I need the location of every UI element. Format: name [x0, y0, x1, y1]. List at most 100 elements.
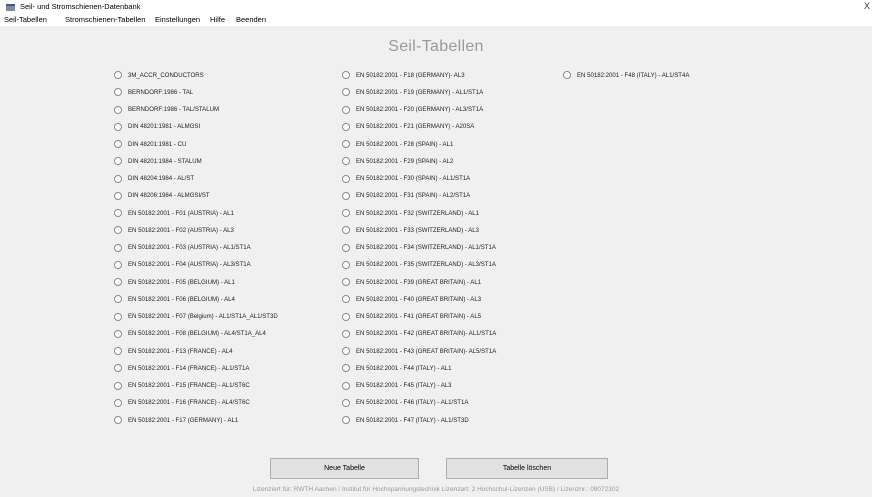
- radio-circle[interactable]: [342, 398, 350, 407]
- menu-einstellungen[interactable]: Einstellungen: [155, 15, 200, 24]
- radio-circle[interactable]: [342, 157, 350, 166]
- cable-table-radio[interactable]: EN 50182:2001 - F42 (GREAT BRITAIN)- AL1…: [342, 329, 508, 339]
- menu-seil-tabellen[interactable]: Seil-Tabellen: [4, 15, 47, 24]
- radio-circle[interactable]: [342, 329, 350, 338]
- cable-table-radio[interactable]: DIN 48206:1984 - ALMGSI/ST: [114, 191, 217, 201]
- radio-circle[interactable]: [563, 71, 571, 79]
- radio-circle[interactable]: [114, 398, 122, 407]
- cable-table-radio[interactable]: EN 50182:2001 - F05 (BELGIUM) - AL1: [114, 277, 244, 287]
- cable-table-radio[interactable]: EN 50182:2001 - F46 (ITALY) - AL1/ST1A: [342, 398, 478, 408]
- cable-table-radio[interactable]: EN 50182:2001 - F33 (SWITZERLAND) - AL3: [342, 225, 490, 235]
- radio-circle[interactable]: [114, 260, 122, 269]
- cable-table-radio[interactable]: EN 50182:2001 - F43 (GREAT BRITAIN)- AL5…: [342, 346, 508, 356]
- radio-circle[interactable]: [342, 364, 350, 373]
- radio-circle[interactable]: [114, 122, 122, 131]
- cable-table-radio[interactable]: EN 50182:2001 - F44 (ITALY) - AL1: [342, 363, 460, 373]
- radio-circle[interactable]: [114, 157, 122, 166]
- radio-label: EN 50182:2001 - F03 (AUSTRIA) - AL1/ST1A: [128, 244, 251, 251]
- radio-circle[interactable]: [114, 140, 122, 148]
- cable-table-radio[interactable]: DIN 48201:1981 - ALMGSI: [114, 122, 206, 132]
- radio-circle[interactable]: [342, 278, 350, 286]
- radio-circle[interactable]: [342, 140, 350, 148]
- radio-circle[interactable]: [342, 174, 350, 183]
- cable-table-radio[interactable]: EN 50182:2001 - F28 (SPAIN) - AL1: [342, 139, 462, 149]
- cable-table-radio[interactable]: 3M_ACCR_CONDUCTORS: [114, 70, 210, 80]
- cable-table-radio[interactable]: EN 50182:2001 - F21 (GERMANY) - A20SA: [342, 122, 485, 132]
- radio-circle[interactable]: [114, 243, 122, 252]
- radio-circle[interactable]: [114, 88, 122, 97]
- cable-table-radio[interactable]: EN 50182:2001 - F08 (BELGIUM) - AL4/ST1A…: [114, 329, 278, 339]
- menu-hilfe[interactable]: Hilfe: [210, 15, 225, 24]
- cable-table-radio[interactable]: EN 50182:2001 - F47 (ITALY) - AL1/ST3D: [342, 415, 479, 425]
- radio-circle[interactable]: [114, 105, 122, 114]
- cable-table-radio[interactable]: DIN 48201:1981 - CU: [114, 139, 191, 149]
- radio-circle[interactable]: [342, 243, 350, 252]
- radio-circle[interactable]: [342, 88, 350, 97]
- cable-table-radio[interactable]: EN 50182:2001 - F03 (AUSTRIA) - AL1/ST1A: [114, 243, 261, 253]
- cable-table-radio[interactable]: EN 50182:2001 - F04 (AUSTRIA) - AL3/ST1A: [114, 260, 261, 270]
- radio-circle[interactable]: [114, 191, 122, 200]
- cable-table-radio[interactable]: EN 50182:2001 - F15 (FRANCE) - AL1/ST6C: [114, 381, 260, 391]
- cable-table-radio[interactable]: EN 50182:2001 - F34 (SWITZERLAND) - AL1/…: [342, 243, 508, 253]
- cable-table-radio[interactable]: BERNDORF:1986 - TAL/STALUM: [114, 105, 227, 115]
- cable-table-radio[interactable]: EN 50182:2001 - F45 (ITALY) - AL3: [342, 381, 460, 391]
- cable-table-radio[interactable]: EN 50182:2001 - F41 (GREAT BRITAIN) - AL…: [342, 312, 492, 322]
- radio-label: EN 50182:2001 - F05 (BELGIUM) - AL1: [128, 278, 235, 286]
- cable-table-radio[interactable]: EN 50182:2001 - F13 (FRANCE) - AL4: [114, 346, 242, 356]
- cable-table-radio[interactable]: EN 50182:2001 - F32 (SWITZERLAND) - AL1: [342, 208, 490, 218]
- radio-circle[interactable]: [342, 416, 350, 424]
- cable-table-radio[interactable]: DIN 48201:1984 - STALUM: [114, 156, 208, 166]
- cable-table-radio[interactable]: EN 50182:2001 - F39 (GREAT BRITAIN) - AL…: [342, 277, 492, 287]
- radio-circle[interactable]: [342, 71, 350, 79]
- radio-label: EN 50182:2001 - F08 (BELGIUM) - AL4/ST1A…: [128, 330, 266, 338]
- cable-table-radio[interactable]: EN 50182:2001 - F17 (GERMANY) - AL1: [114, 415, 248, 425]
- delete-table-button[interactable]: Tabelle löschen: [446, 458, 608, 479]
- cable-table-radio[interactable]: EN 50182:2001 - F19 (GERMANY) - AL1/ST1A: [342, 87, 494, 97]
- radio-label: EN 50182:2001 - F07 (Belgium) - AL1/ST1A…: [128, 313, 278, 320]
- cable-table-radio[interactable]: EN 50182:2001 - F40 (GREAT BRITAIN) - AL…: [342, 294, 492, 304]
- cable-table-radio[interactable]: EN 50182:2001 - F29 (SPAIN) - AL2: [342, 156, 462, 166]
- radio-circle[interactable]: [114, 329, 122, 338]
- radio-circle[interactable]: [342, 312, 350, 321]
- cable-table-radio[interactable]: EN 50182:2001 - F31 (SPAIN) - AL2/ST1A: [342, 191, 480, 201]
- radio-circle[interactable]: [114, 312, 122, 321]
- cable-table-radio[interactable]: EN 50182:2001 - F20 (GERMANY) - AL3/ST1A: [342, 105, 494, 115]
- cable-table-radio[interactable]: EN 50182:2001 - F18 (GERMANY)- AL3: [342, 70, 474, 80]
- radio-circle[interactable]: [114, 278, 122, 286]
- cable-table-radio[interactable]: EN 50182:2001 - F48 (ITALY) - AL1/ST4A: [563, 70, 699, 80]
- radio-label: EN 50182:2001 - F04 (AUSTRIA) - AL3/ST1A: [128, 261, 251, 269]
- radio-circle[interactable]: [342, 381, 350, 390]
- radio-circle[interactable]: [114, 174, 122, 183]
- radio-circle[interactable]: [342, 191, 350, 200]
- close-icon[interactable]: X: [864, 1, 870, 11]
- cable-table-radio[interactable]: EN 50182:2001 - F07 (Belgium) - AL1/ST1A…: [114, 312, 291, 322]
- cable-table-radio[interactable]: EN 50182:2001 - F02 (AUSTRIA) - AL3: [114, 225, 243, 235]
- menu-stromschienen-tabellen[interactable]: Stromschienen-Tabellen: [65, 15, 145, 24]
- radio-circle[interactable]: [114, 364, 122, 373]
- radio-circle[interactable]: [114, 295, 122, 304]
- cable-table-radio[interactable]: EN 50182:2001 - F14 (FRANCE) - AL1/ST1A: [114, 363, 260, 373]
- radio-circle[interactable]: [342, 105, 350, 114]
- cable-table-radio[interactable]: DIN 48204:1984 - AL/ST: [114, 174, 200, 184]
- cable-table-radio[interactable]: EN 50182:2001 - F01 (AUSTRIA) - AL1: [114, 208, 243, 218]
- radio-label: EN 50182:2001 - F01 (AUSTRIA) - AL1: [128, 209, 234, 217]
- cable-table-radio[interactable]: EN 50182:2001 - F06 (BELGIUM) - AL4: [114, 294, 244, 304]
- radio-circle[interactable]: [342, 226, 350, 235]
- radio-circle[interactable]: [114, 347, 122, 355]
- radio-circle[interactable]: [114, 226, 122, 235]
- new-table-button[interactable]: Neue Tabelle: [270, 458, 419, 479]
- radio-circle[interactable]: [114, 416, 122, 424]
- radio-circle[interactable]: [342, 347, 350, 355]
- radio-circle[interactable]: [114, 381, 122, 390]
- menu-beenden[interactable]: Beenden: [236, 15, 266, 24]
- cable-table-radio[interactable]: BERNDORF:1986 - TAL: [114, 87, 199, 97]
- radio-circle[interactable]: [114, 209, 122, 217]
- radio-circle[interactable]: [342, 260, 350, 269]
- radio-circle[interactable]: [342, 209, 350, 217]
- radio-circle[interactable]: [114, 71, 122, 79]
- radio-circle[interactable]: [342, 122, 350, 131]
- radio-circle[interactable]: [342, 295, 350, 304]
- cable-table-radio[interactable]: EN 50182:2001 - F35 (SWITZERLAND) - AL3/…: [342, 260, 508, 270]
- cable-table-radio[interactable]: EN 50182:2001 - F16 (FRANCE) - AL4/ST6C: [114, 398, 260, 408]
- cable-table-radio[interactable]: EN 50182:2001 - F30 (SPAIN) - AL1/ST1A: [342, 174, 480, 184]
